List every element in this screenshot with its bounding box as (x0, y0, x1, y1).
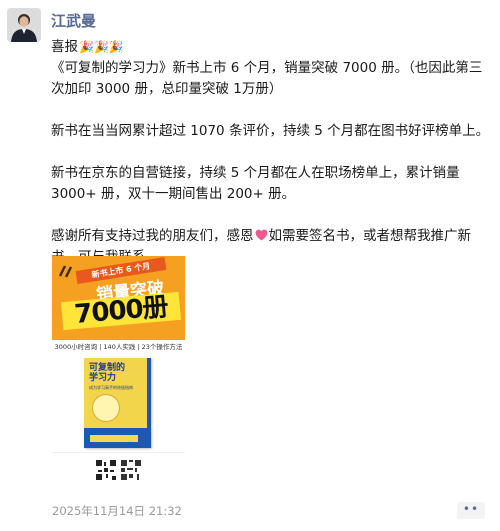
headline-text: 喜报 (51, 39, 78, 55)
poster-strip: 3000小时咨询 | 140人实践 | 23个操作方法 (52, 340, 185, 355)
book-cover: 可复制的 学习力 成为学习高手的终极指南 (84, 358, 151, 448)
avatar-image (7, 8, 41, 42)
post-paragraph-jd: 新书在京东的自营链接，持续 5 个月都在人在职场榜单上，累计销量 3000+ 册… (51, 165, 464, 202)
thanks-text: 感谢所有支持过我的朋友们，感恩 (51, 228, 254, 244)
qr-code-icon (96, 460, 116, 480)
post-line-headline: 喜报🎉🎉🎉 (51, 37, 491, 58)
lightbulb-icon (92, 394, 120, 422)
author-name[interactable]: 江武曼 (51, 10, 96, 31)
post-line-sales: 《可复制的学习力》新书上市 6 个月，销量突破 7000 册。（也因此第三次加印… (51, 60, 483, 97)
more-options-button[interactable]: •• (457, 502, 485, 519)
post-paragraph-dangdang: 新书在当当网累计超过 1070 条评价，持续 5 个月都在图书好评榜单上。 (51, 123, 490, 139)
book-cover-image[interactable]: 可复制的 学习力 成为学习高手的终极指南 (52, 355, 185, 452)
party-popper-icon: 🎉🎉🎉 (79, 40, 124, 54)
avatar[interactable] (7, 8, 41, 42)
sales-poster-image[interactable]: 新书上市 6 个月 销量突破 7000册 3000小时咨询 | 140人实践 |… (52, 256, 185, 355)
book-subtitle: 成为学习高手的终极指南 (89, 385, 133, 390)
qr-codes-image[interactable] (52, 452, 185, 486)
book-band (84, 428, 147, 448)
post-text: 喜报🎉🎉🎉 《可复制的学习力》新书上市 6 个月，销量突破 7000 册。（也因… (51, 37, 491, 268)
book-title: 可复制的 学习力 (89, 363, 126, 383)
poster-number: 7000册 (61, 291, 181, 331)
post-timestamp: 2025年11月14日 21:32 (52, 504, 182, 518)
qr-code-icon (121, 460, 141, 480)
heart-icon (255, 229, 267, 241)
